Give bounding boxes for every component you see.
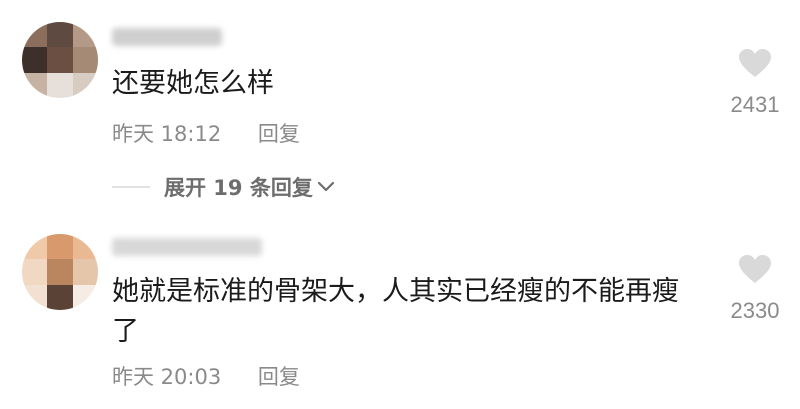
comment-meta: 昨天 18:12 回复 — [112, 118, 300, 148]
username-blurred[interactable] — [112, 28, 222, 46]
like-count: 2330 — [730, 298, 780, 323]
comment-time: 昨天 20:03 — [112, 365, 222, 389]
user-avatar[interactable] — [22, 22, 98, 98]
comment-text: 还要她怎么样 — [112, 68, 274, 99]
heart-icon — [739, 49, 771, 77]
like-button[interactable]: 2431 — [720, 48, 790, 118]
chevron-down-icon — [317, 181, 334, 192]
comment-time: 昨天 18:12 — [112, 122, 222, 146]
like-count: 2431 — [730, 92, 780, 117]
like-button[interactable]: 2330 — [720, 254, 790, 324]
expand-replies-button[interactable]: 展开 19 条回复 — [112, 172, 335, 202]
heart-icon — [739, 255, 771, 283]
comment-meta: 昨天 20:03 回复 — [112, 361, 300, 391]
comment-text: 她就是标准的骨架大，人其实已经瘦的不能再瘦了 — [112, 276, 679, 347]
expand-replies-label: 展开 19 条回复 — [164, 176, 313, 200]
reply-button[interactable]: 回复 — [258, 122, 300, 146]
reply-button[interactable]: 回复 — [258, 365, 300, 389]
divider-line — [112, 186, 150, 188]
username-blurred[interactable] — [112, 238, 262, 256]
user-avatar[interactable] — [22, 234, 98, 310]
